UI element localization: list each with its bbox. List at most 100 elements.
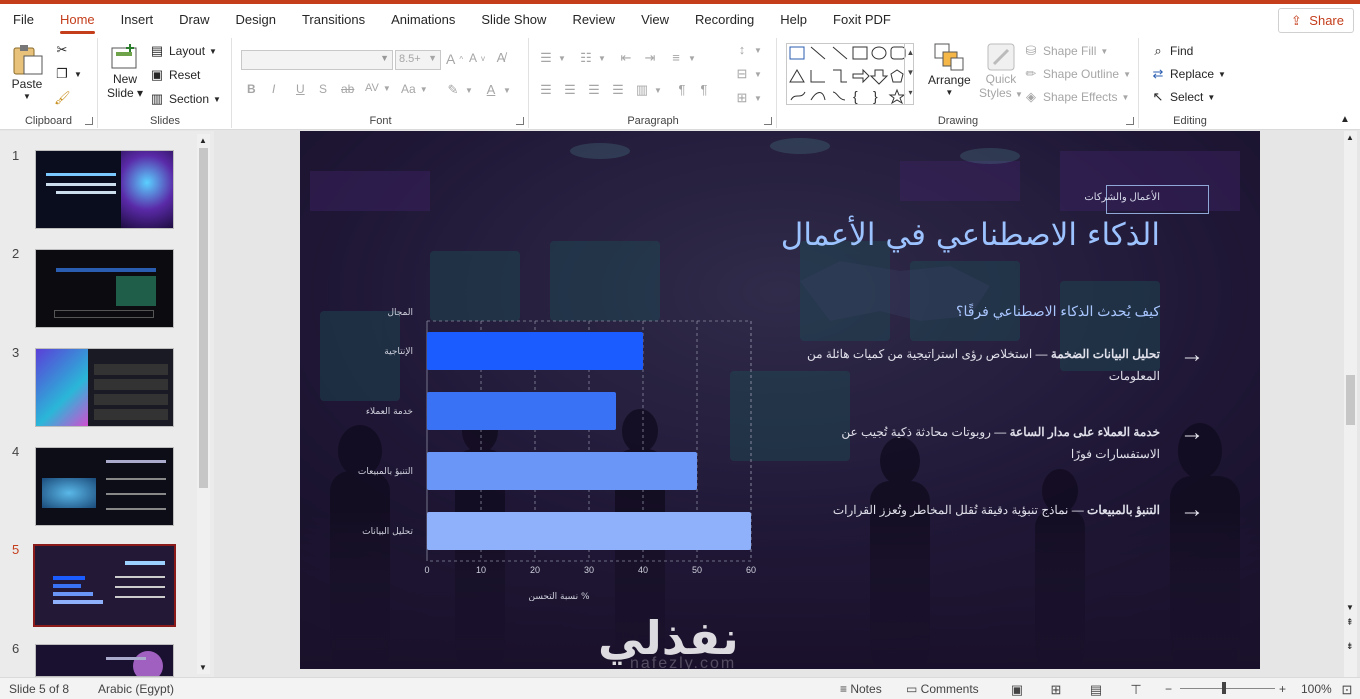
italic-button[interactable]: I [272, 82, 275, 96]
slide-sorter-button[interactable]: ⊞ [1048, 682, 1064, 698]
scroll-up-icon[interactable]: ▲ [199, 136, 207, 145]
scroll-down-icon[interactable]: ▼ [199, 663, 207, 672]
font-family-combo[interactable]: ▼ [241, 50, 393, 70]
align-text-button[interactable]: ⊟ ▼ [734, 66, 762, 82]
bar-chart[interactable]: 0 10 20 30 40 50 60 المجال الإنتاجية خدمة العملاء… [340, 301, 820, 601]
tab-recording[interactable]: Recording [682, 4, 767, 36]
decrease-font-size-button[interactable]: Av [469, 51, 485, 65]
scroll-up-icon[interactable]: ▲ [1346, 133, 1354, 142]
text-shadow-button[interactable]: S [319, 82, 327, 96]
tab-home[interactable]: Home [47, 4, 108, 36]
clear-formatting-button[interactable]: A̸ [493, 50, 509, 66]
increase-indent-button[interactable]: ⇥ [642, 50, 658, 66]
paragraph-launcher-icon[interactable] [764, 117, 772, 125]
shape-effects-button[interactable]: ◈ Shape Effects ▼ [1023, 89, 1129, 105]
collapse-ribbon-button[interactable]: ▲ [1340, 114, 1350, 125]
layout-button[interactable]: ▤ Layout ▼ [149, 43, 217, 59]
slide-thumbnail-4[interactable] [35, 447, 174, 526]
tab-help[interactable]: Help [767, 4, 820, 36]
cut-button[interactable]: ✂ [54, 42, 70, 58]
thumbnails-scrollbar[interactable]: ▲ ▼ [197, 134, 210, 674]
slide-show-button[interactable]: ⊤ [1128, 682, 1144, 698]
shape-outline-button[interactable]: ✏ Shape Outline ▼ [1023, 66, 1131, 82]
shape-fill-button[interactable]: ⛁ Shape Fill ▼ [1023, 43, 1109, 59]
zoom-slider-thumb[interactable] [1222, 682, 1226, 694]
shapes-gallery[interactable]: {} [786, 43, 914, 105]
bold-button[interactable]: B [247, 82, 256, 96]
scrollbar-thumb[interactable] [1346, 375, 1355, 425]
select-button[interactable]: ↖ Select ▼ [1150, 89, 1216, 105]
slide-thumbnail-6[interactable] [35, 644, 174, 677]
zoom-level[interactable]: 100% [1301, 682, 1332, 696]
new-slide-button[interactable]: New Slide ▾ [107, 42, 143, 100]
slide-thumbnail-2[interactable] [35, 249, 174, 328]
align-left-button[interactable]: ☰ [538, 82, 554, 98]
change-case-button[interactable]: Aa ▼ [401, 82, 428, 96]
format-painter-button[interactable]: 🖌 [54, 90, 71, 106]
align-center-button[interactable]: ☰ [562, 82, 578, 98]
next-slide-icon[interactable]: ⇟ [1346, 641, 1354, 652]
line-spacing-button[interactable]: ≡ ▼ [668, 50, 696, 66]
copy-button[interactable]: ❐ ▼ [54, 66, 82, 82]
tab-insert[interactable]: Insert [108, 4, 167, 36]
align-right-button[interactable]: ☰ [586, 82, 602, 98]
slide-thumbnail-5[interactable] [33, 544, 176, 627]
comments-button[interactable]: ▭ Comments [906, 682, 979, 696]
font-size-combo[interactable]: 8.5+ ▼ [395, 50, 441, 70]
zoom-out-button[interactable]: − [1165, 682, 1172, 696]
tab-slide-show[interactable]: Slide Show [468, 4, 559, 36]
zoom-in-button[interactable]: + [1279, 682, 1286, 696]
quick-styles-button[interactable]: Quick Styles ▼ [979, 42, 1023, 100]
normal-view-button[interactable]: ▣ [1009, 682, 1025, 698]
increase-font-size-button[interactable]: A ^ [446, 51, 463, 67]
font-launcher-icon[interactable] [516, 117, 524, 125]
paste-button[interactable]: Paste ▼ [10, 42, 44, 101]
fit-slide-button[interactable]: ⊡ [1339, 682, 1355, 698]
slide-thumbnail-3[interactable] [35, 348, 174, 427]
scrollbar-thumb[interactable] [199, 148, 208, 488]
tab-draw[interactable]: Draw [166, 4, 222, 36]
bullet-list[interactable]: تحليل البيانات الضخمة — استخلاص رؤى استر… [800, 343, 1160, 543]
previous-slide-icon[interactable]: ⇞ [1346, 617, 1354, 628]
reading-view-button[interactable]: ▤ [1088, 682, 1104, 698]
drawing-launcher-icon[interactable] [1126, 117, 1134, 125]
bullets-button[interactable]: ☰ ▼ [538, 50, 566, 66]
strikethrough-button[interactable]: ab [341, 82, 354, 96]
notes-button[interactable]: ≡ Notes [840, 682, 882, 696]
columns-button[interactable]: ▥ ▼ [634, 82, 662, 98]
language-indicator[interactable]: Arabic (Egypt) [98, 682, 174, 696]
arrange-button[interactable]: Arrange ▼ [928, 42, 971, 97]
tab-foxit-pdf[interactable]: Foxit PDF [820, 4, 904, 36]
reset-button[interactable]: ▣ Reset [149, 67, 201, 83]
clipboard-launcher-icon[interactable] [85, 117, 93, 125]
replace-button[interactable]: ⇄ Replace ▼ [1150, 66, 1226, 82]
shapes-scroll[interactable]: ▲ ▼ ▾ [904, 43, 916, 105]
numbering-button[interactable]: ☷ ▼ [578, 50, 606, 66]
slide-thumbnail-1[interactable] [35, 150, 174, 229]
slide-title[interactable]: الذكاء الاصطناعي في الأعمال [760, 217, 1160, 253]
tab-file[interactable]: File [0, 4, 47, 36]
section-button[interactable]: ▥ Section ▼ [149, 91, 221, 107]
highlight-color-button[interactable]: ✎ ▼ [445, 82, 473, 98]
zoom-slider[interactable] [1180, 688, 1275, 689]
slide-canvas[interactable]: الأعمال والشركات الذكاء الاصطناعي في الأ… [300, 131, 1260, 669]
ltr-button[interactable]: ¶ [696, 82, 712, 98]
rtl-button[interactable]: ¶ [674, 82, 690, 98]
character-spacing-button[interactable]: AV ▼ [365, 82, 391, 94]
underline-button[interactable]: U [296, 82, 305, 96]
tab-design[interactable]: Design [223, 4, 289, 36]
tab-view[interactable]: View [628, 4, 682, 36]
tab-transitions[interactable]: Transitions [289, 4, 378, 36]
justify-button[interactable]: ☰ [610, 82, 626, 98]
scroll-down-icon[interactable]: ▼ [1346, 603, 1354, 612]
smartart-button[interactable]: ⊞ ▼ [734, 90, 762, 106]
slide-subtitle[interactable]: كيف يُحدث الذكاء الاصطناعي فرقًا؟ [860, 303, 1160, 320]
text-direction-button[interactable]: ↕ ▼ [734, 42, 762, 58]
find-button[interactable]: ⌕ Find [1150, 43, 1193, 59]
share-button[interactable]: ⇪ Share [1278, 8, 1354, 33]
tab-animations[interactable]: Animations [378, 4, 468, 36]
editor-scrollbar[interactable]: ▲ ▼ ⇞ ⇟ [1344, 131, 1357, 677]
font-color-button[interactable]: A ▼ [483, 82, 511, 98]
decrease-indent-button[interactable]: ⇤ [618, 50, 634, 66]
tab-review[interactable]: Review [559, 4, 628, 36]
